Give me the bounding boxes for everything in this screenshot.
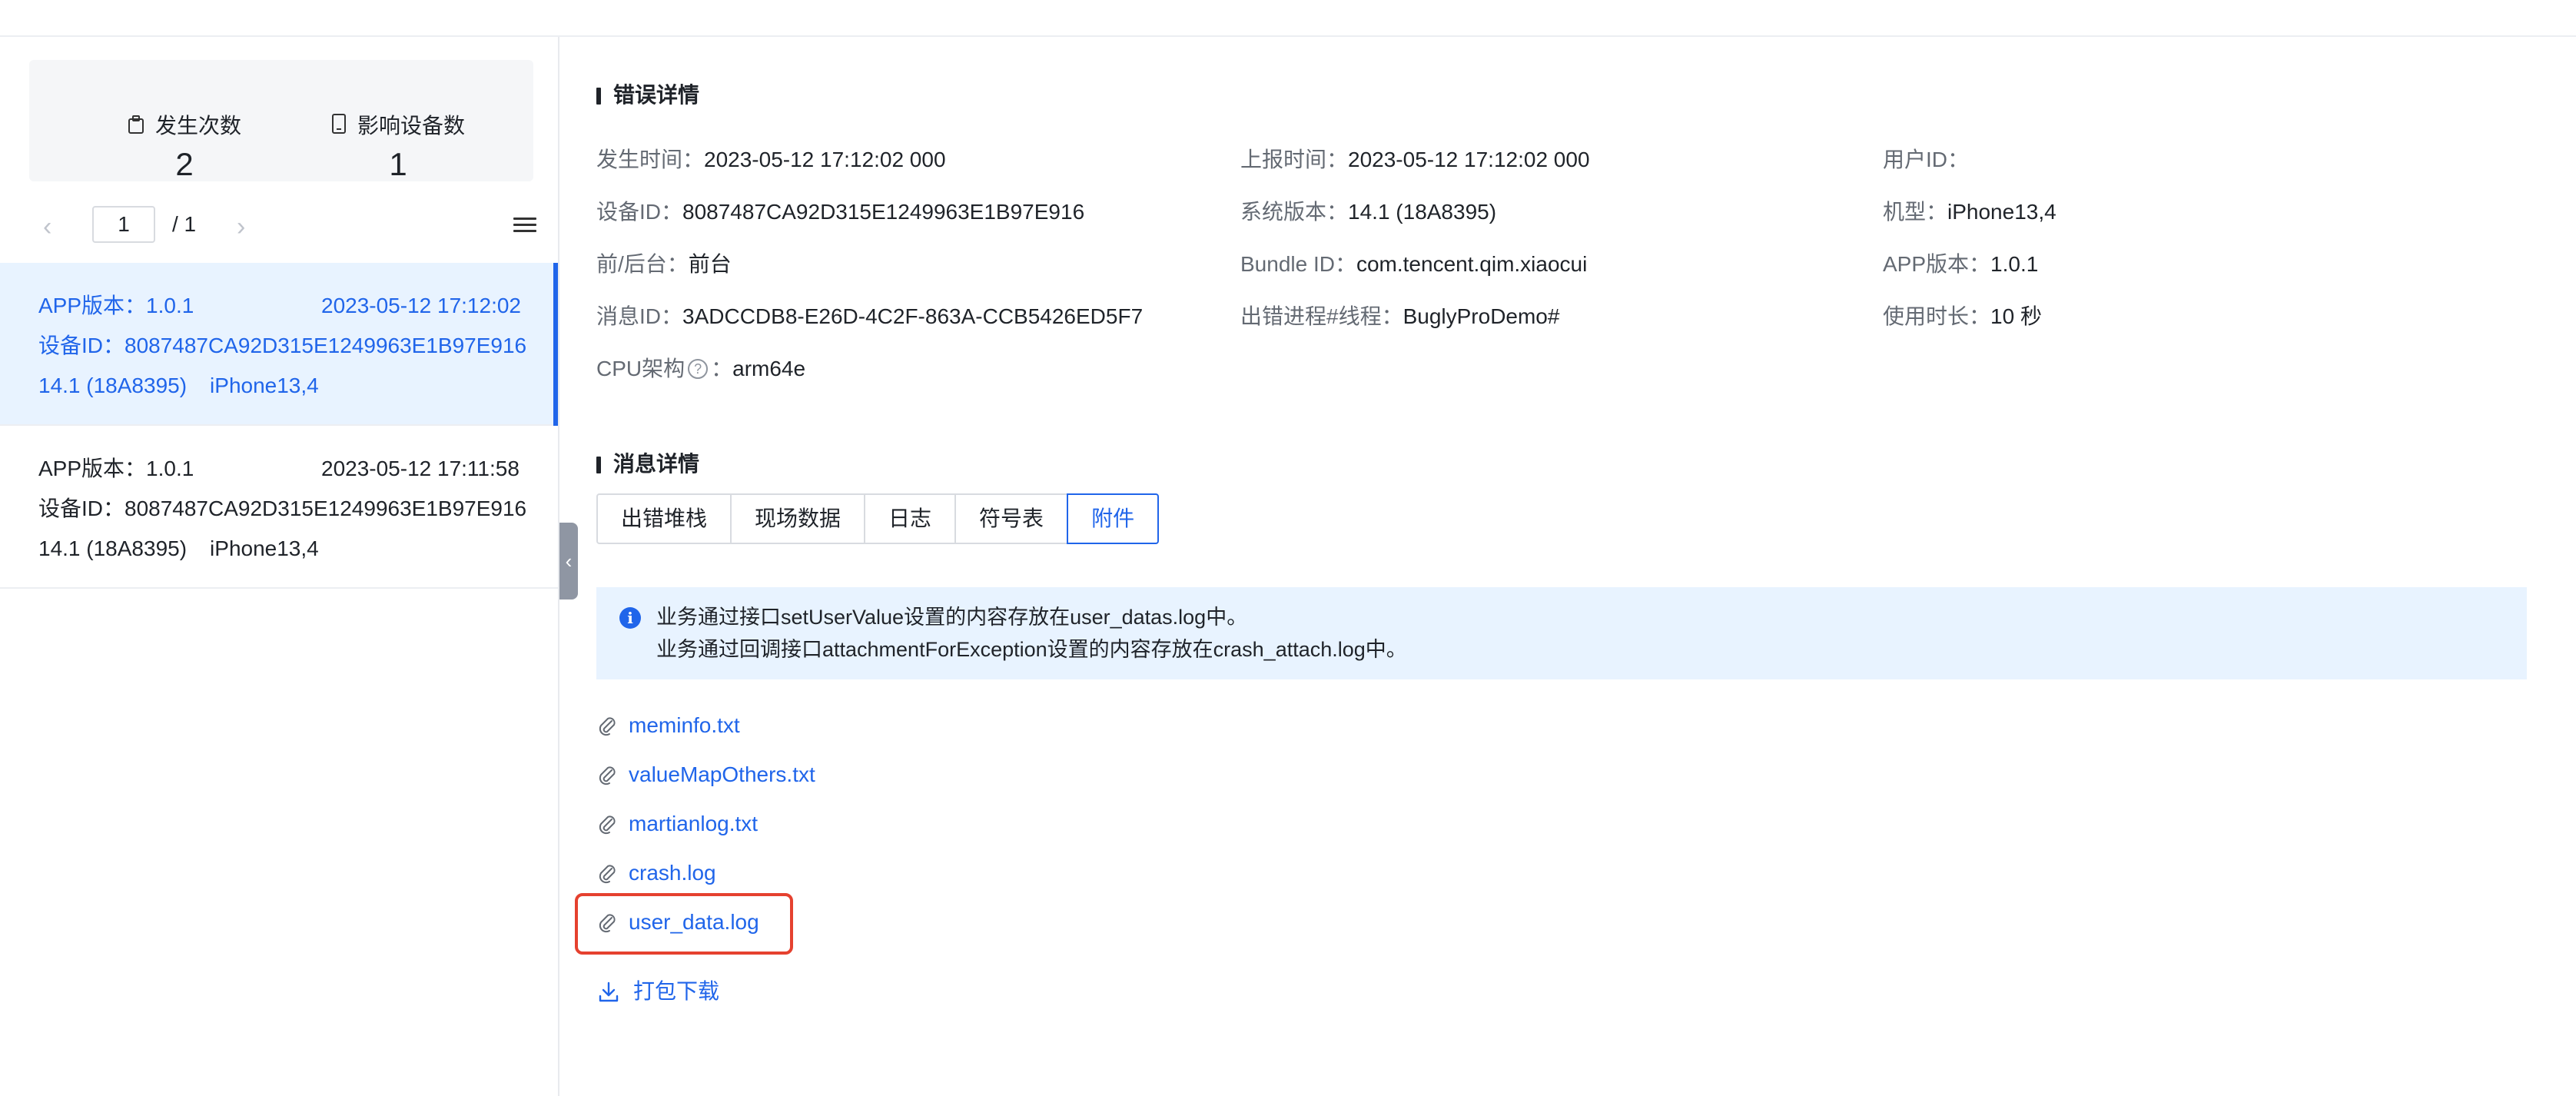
tab-attachments[interactable]: 附件 xyxy=(1067,493,1160,544)
detail-key: 出错进程#线程： xyxy=(1240,304,1403,328)
crash-report-list: APP版本：1.0.1 2023-05-12 17:12:02 设备ID：808… xyxy=(0,263,559,589)
error-details-grid: 发生时间：2023-05-12 17:12:02 000 上报时间：2023-0… xyxy=(596,144,2548,406)
tab-symbol-table[interactable]: 符号表 xyxy=(954,493,1069,544)
paperclip-icon xyxy=(599,717,616,736)
detail-value: 8087487CA92D315E1249963E1B97E916 xyxy=(682,200,1085,224)
app-version: APP版本：1.0.1 xyxy=(38,457,194,480)
tab-stack-trace[interactable]: 出错堆栈 xyxy=(596,493,732,544)
device-model: iPhone13,4 xyxy=(210,536,319,560)
detail-key: CPU架构 xyxy=(596,357,685,380)
attachment-link[interactable]: valueMapOthers.txt xyxy=(596,755,1365,804)
tab-scene-data[interactable]: 现场数据 xyxy=(730,493,866,544)
paperclip-icon xyxy=(599,766,616,785)
device-id: 设备ID：8087487CA92D315E1249963E1B97E916 xyxy=(38,497,527,520)
prev-page-icon[interactable]: ‹ xyxy=(43,214,66,241)
message-tabs: 出错堆栈 现场数据 日志 符号表 附件 xyxy=(596,493,1160,544)
detail-key: 机型： xyxy=(1883,200,1948,224)
report-time: 2023-05-12 17:11:58 xyxy=(321,457,520,480)
pagination: ‹ 1 / 1 › xyxy=(0,206,559,249)
detail-value: 3ADCCDB8-E26D-4C2F-863A-CCB5426ED5F7 xyxy=(682,304,1144,328)
attachment-name[interactable]: valueMapOthers.txt xyxy=(629,762,815,786)
paperclip-icon xyxy=(599,815,616,835)
crash-list-panel: 发生次数 2 影响设备数 1 ‹ 1 / 1 › APP版本：1.0.1 202… xyxy=(0,37,559,1096)
device-id: 设备ID：8087487CA92D315E1249963E1B97E916 xyxy=(38,334,527,357)
list-item[interactable]: APP版本：1.0.1 2023-05-12 17:11:58 设备ID：808… xyxy=(0,426,558,589)
info-alert: i 业务通过接口setUserValue设置的内容存放在user_datas.l… xyxy=(596,587,2527,679)
affected-devices-label: 影响设备数 xyxy=(357,114,465,138)
attachment-name[interactable]: crash.log xyxy=(629,861,716,885)
phone-icon xyxy=(331,112,347,143)
detail-value: com.tencent.qim.xiaocui xyxy=(1356,252,1588,276)
occurrence-label: 发生次数 xyxy=(154,114,241,138)
detail-key: Bundle ID： xyxy=(1240,252,1356,276)
detail-key: 前/后台： xyxy=(596,252,689,276)
detail-separator: ： xyxy=(711,357,733,380)
occurrence-count: 2 xyxy=(175,146,194,182)
app-version: APP版本：1.0.1 xyxy=(38,294,194,317)
info-line: 业务通过回调接口attachmentForException设置的内容存放在cr… xyxy=(656,638,1407,661)
download-icon xyxy=(599,981,619,1002)
paperclip-icon xyxy=(599,865,616,884)
attachment-name[interactable]: meminfo.txt xyxy=(629,713,740,737)
detail-value: iPhone13,4 xyxy=(1947,200,2056,224)
attachment-link-highlighted[interactable]: user_data.log xyxy=(575,893,1365,955)
error-details-title: 错误详情 xyxy=(596,80,699,111)
detail-key: 发生时间： xyxy=(596,148,705,171)
detail-key: APP版本： xyxy=(1883,252,1991,276)
page-total: / 1 xyxy=(172,212,197,236)
help-icon[interactable]: ? xyxy=(688,358,709,379)
attachment-name[interactable]: martianlog.txt xyxy=(629,812,758,835)
clipboard-icon xyxy=(128,112,144,143)
detail-row: 设备ID：8087487CA92D315E1249963E1B97E916 系统… xyxy=(596,197,2548,249)
detail-value: 前台 xyxy=(688,252,732,276)
page-number-input[interactable]: 1 xyxy=(92,206,155,243)
device-model: iPhone13,4 xyxy=(210,374,319,397)
stats-card: 发生次数 2 影响设备数 1 xyxy=(29,60,533,182)
detail-value: 2023-05-12 17:12:02 000 xyxy=(1348,148,1590,171)
attachment-list: meminfo.txt valueMapOthers.txt martianlo… xyxy=(575,706,1365,955)
detail-value: 10 秒 xyxy=(1990,304,2042,328)
os-version: 14.1 (18A8395) xyxy=(38,374,188,397)
affected-devices-count: 1 xyxy=(389,146,407,182)
detail-value: 2023-05-12 17:12:02 000 xyxy=(704,148,946,171)
message-details-title: 消息详情 xyxy=(596,449,699,480)
download-all-button[interactable]: 打包下载 xyxy=(596,976,719,1007)
detail-panel: 错误详情 发生时间：2023-05-12 17:12:02 000 上报时间：2… xyxy=(575,37,2548,1096)
tab-log[interactable]: 日志 xyxy=(864,493,957,544)
download-label[interactable]: 打包下载 xyxy=(633,979,719,1003)
detail-value: 1.0.1 xyxy=(1990,252,2039,276)
attachment-link[interactable]: meminfo.txt xyxy=(596,706,1365,755)
occurrence-stat: 发生次数 2 xyxy=(69,60,300,182)
attachment-link[interactable]: martianlog.txt xyxy=(596,804,1365,853)
report-time: 2023-05-12 17:12:02 xyxy=(321,294,521,317)
list-menu-icon[interactable] xyxy=(513,214,539,240)
detail-value: BuglyProDemo# xyxy=(1403,304,1560,328)
affected-devices-stat: 影响设备数 1 xyxy=(283,60,513,182)
detail-key: 系统版本： xyxy=(1240,200,1349,224)
detail-key: 设备ID： xyxy=(596,200,683,224)
attachment-name[interactable]: user_data.log xyxy=(629,910,759,934)
detail-value: arm64e xyxy=(732,357,806,380)
top-bar xyxy=(0,0,2576,37)
next-page-icon[interactable]: › xyxy=(237,214,260,241)
paperclip-icon xyxy=(599,914,616,933)
detail-key: 使用时长： xyxy=(1883,304,1991,328)
detail-row: 消息ID：3ADCCDB8-E26D-4C2F-863A-CCB5426ED5F… xyxy=(596,301,2548,354)
os-version: 14.1 (18A8395) xyxy=(38,536,188,560)
info-line: 业务通过接口setUserValue设置的内容存放在user_datas.log… xyxy=(656,606,1248,629)
detail-row: CPU架构? ：arm64e xyxy=(596,354,2548,406)
list-item[interactable]: APP版本：1.0.1 2023-05-12 17:12:02 设备ID：808… xyxy=(0,263,558,426)
detail-key: 上报时间： xyxy=(1240,148,1349,171)
detail-key: 消息ID： xyxy=(596,304,683,328)
detail-key: 用户ID： xyxy=(1883,148,1970,171)
info-icon: i xyxy=(619,607,641,629)
detail-row: 前/后台：前台 Bundle ID：com.tencent.qim.xiaocu… xyxy=(596,249,2548,301)
detail-value: 14.1 (18A8395) xyxy=(1348,200,1497,224)
detail-row: 发生时间：2023-05-12 17:12:02 000 上报时间：2023-0… xyxy=(596,144,2548,197)
collapse-panel-handle[interactable]: ‹ xyxy=(559,523,578,599)
